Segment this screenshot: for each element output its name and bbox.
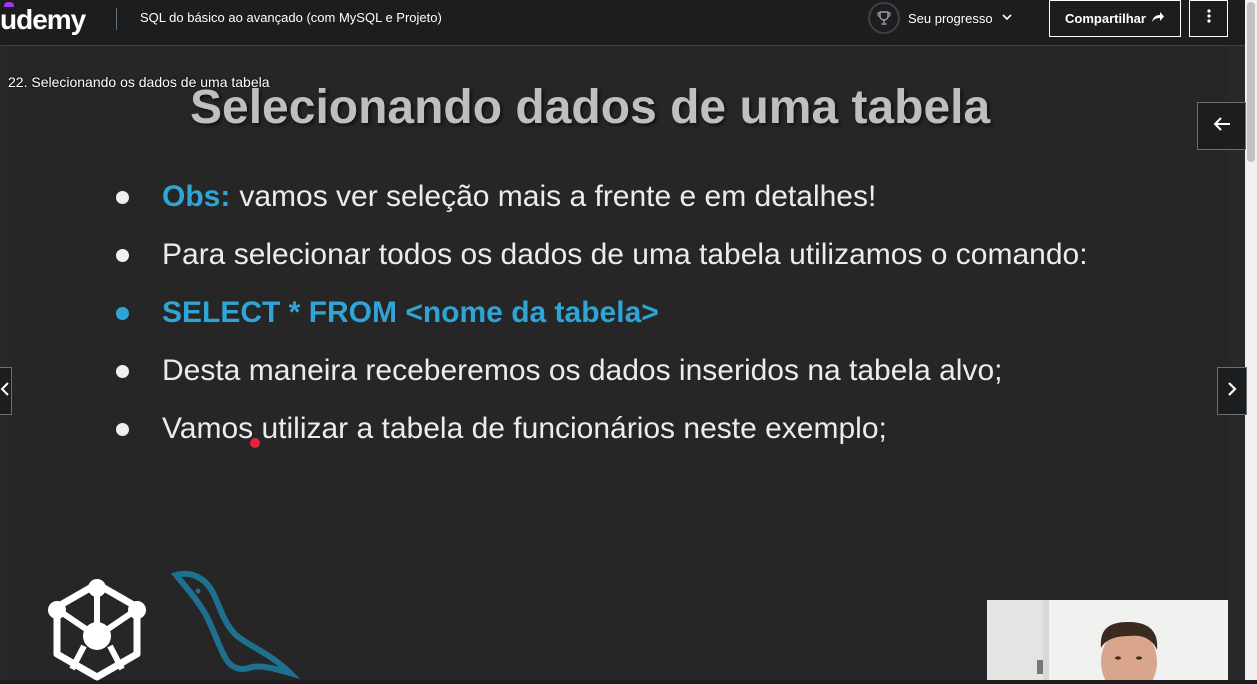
bullet-dot xyxy=(116,306,129,320)
next-lecture-button[interactable] xyxy=(1217,367,1247,415)
top-bar: udemy SQL do básico ao avançado (com MyS… xyxy=(0,0,1245,46)
laser-pointer-dot xyxy=(250,438,260,448)
bullet-text: Desta maneira receberemos os dados inser… xyxy=(162,354,1003,387)
bullet-dot xyxy=(116,364,129,378)
instructor-webcam xyxy=(987,600,1228,680)
course-title[interactable]: SQL do básico ao avançado (com MySQL e P… xyxy=(140,10,442,25)
bullet-dot xyxy=(116,248,129,262)
page-scrollbar[interactable] xyxy=(1245,0,1257,680)
more-options-button[interactable] xyxy=(1189,0,1228,37)
bullet-obs: Obs: vamos ver seleção mais a frente e e… xyxy=(110,168,1088,226)
trophy-icon xyxy=(868,2,900,34)
bullet-dot xyxy=(116,422,129,436)
bullet-select-all: Para selecionar todos os dados de uma ta… xyxy=(110,226,1088,284)
share-button-label: Compartilhar xyxy=(1065,11,1146,26)
share-arrow-icon xyxy=(1151,11,1165,26)
progress-label: Seu progresso xyxy=(908,10,993,26)
obs-text: vamos ver seleção mais a frente e em det… xyxy=(239,180,877,213)
bullet-receive-data: Desta maneira receberemos os dados inser… xyxy=(110,342,1088,400)
sql-command-text: SELECT * FROM <nome da tabela> xyxy=(162,296,659,329)
bullet-text: Para selecionar todos os dados de uma ta… xyxy=(162,238,1088,271)
chevron-down-icon xyxy=(1001,11,1013,26)
bullet-example-table: Vamos utilizar a tabela de funcionários … xyxy=(110,400,1088,458)
udemy-logo-hat xyxy=(4,2,14,7)
share-button[interactable]: Compartilhar xyxy=(1049,0,1181,37)
progress-dropdown[interactable]: Seu progresso xyxy=(868,1,1013,35)
chevron-right-icon xyxy=(1227,381,1237,401)
obs-label: Obs: xyxy=(162,180,231,213)
header-divider xyxy=(116,8,117,30)
expand-sidebar-button[interactable] xyxy=(1197,102,1246,150)
slide-title: Selecionando dados de uma tabela xyxy=(190,81,991,134)
scrollbar-thumb[interactable] xyxy=(1247,2,1255,162)
arrow-left-icon xyxy=(1213,116,1231,137)
udemy-logo-text: udemy xyxy=(0,4,86,35)
chevron-left-icon xyxy=(0,381,10,401)
udemy-logo[interactable]: udemy xyxy=(0,2,86,36)
mysql-dolphin-logo xyxy=(170,570,300,679)
slide-bullet-list: Obs: vamos ver seleção mais a frente e e… xyxy=(110,168,1088,458)
bullet-sql-command: SELECT * FROM <nome da tabela> xyxy=(110,284,1088,342)
bullet-dot xyxy=(116,190,129,204)
previous-lecture-button[interactable] xyxy=(0,367,12,415)
network-cube-logo xyxy=(48,579,146,681)
bullet-text: Vamos utilizar a tabela de funcionários … xyxy=(162,412,887,445)
kebab-menu-icon xyxy=(1206,9,1211,28)
instructor-video-frame xyxy=(987,600,1228,680)
